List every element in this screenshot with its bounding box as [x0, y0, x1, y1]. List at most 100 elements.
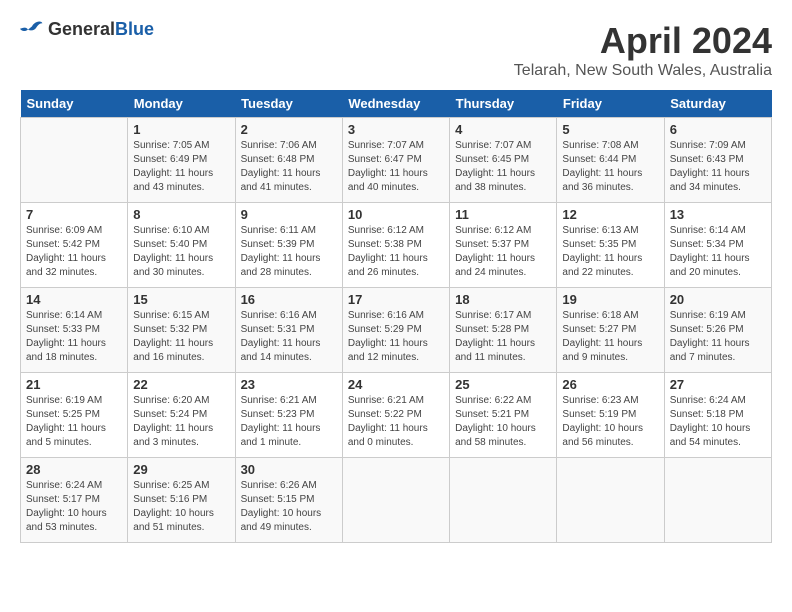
day-info: Sunrise: 6:11 AM Sunset: 5:39 PM Dayligh…: [241, 224, 337, 280]
calendar-week-row: 21 Sunrise: 6:19 AM Sunset: 5:25 PM Dayli…: [21, 373, 772, 458]
day-info: Sunrise: 6:16 AM Sunset: 5:31 PM Dayligh…: [241, 309, 337, 365]
calendar-cell: 22 Sunrise: 6:20 AM Sunset: 5:24 PM Dayli…: [128, 373, 235, 458]
day-number: 8: [133, 207, 229, 222]
day-number: 4: [455, 122, 551, 137]
day-info: Sunrise: 6:19 AM Sunset: 5:25 PM Dayligh…: [26, 394, 122, 450]
day-number: 13: [670, 207, 766, 222]
day-info: Sunrise: 6:14 AM Sunset: 5:33 PM Dayligh…: [26, 309, 122, 365]
day-info: Sunrise: 6:13 AM Sunset: 5:35 PM Dayligh…: [562, 224, 658, 280]
day-info: Sunrise: 7:09 AM Sunset: 6:43 PM Dayligh…: [670, 139, 766, 195]
day-number: 29: [133, 462, 229, 477]
day-number: 18: [455, 292, 551, 307]
weekday-header-tuesday: Tuesday: [235, 90, 342, 118]
day-info: Sunrise: 6:09 AM Sunset: 5:42 PM Dayligh…: [26, 224, 122, 280]
day-number: 27: [670, 377, 766, 392]
calendar-cell: 12 Sunrise: 6:13 AM Sunset: 5:35 PM Dayli…: [557, 203, 664, 288]
calendar-cell: 3Sunrise: 7:07 AM Sunset: 6:47 PM Daylig…: [342, 118, 449, 203]
day-info: Sunrise: 7:05 AM Sunset: 6:49 PM Dayligh…: [133, 139, 229, 195]
day-info: Sunrise: 6:19 AM Sunset: 5:26 PM Dayligh…: [670, 309, 766, 365]
day-number: 26: [562, 377, 658, 392]
logo-text: GeneralBlue: [48, 20, 154, 40]
month-year-title: April 2024: [514, 20, 772, 62]
day-number: 12: [562, 207, 658, 222]
day-number: 20: [670, 292, 766, 307]
day-info: Sunrise: 7:06 AM Sunset: 6:48 PM Dayligh…: [241, 139, 337, 195]
weekday-header-friday: Friday: [557, 90, 664, 118]
day-info: Sunrise: 6:22 AM Sunset: 5:21 PM Dayligh…: [455, 394, 551, 450]
day-number: 15: [133, 292, 229, 307]
day-number: 21: [26, 377, 122, 392]
day-number: 7: [26, 207, 122, 222]
calendar-cell: 21 Sunrise: 6:19 AM Sunset: 5:25 PM Dayli…: [21, 373, 128, 458]
day-number: 30: [241, 462, 337, 477]
day-number: 25: [455, 377, 551, 392]
calendar-cell: [664, 458, 771, 543]
day-number: 9: [241, 207, 337, 222]
calendar-cell: 16 Sunrise: 6:16 AM Sunset: 5:31 PM Dayli…: [235, 288, 342, 373]
calendar-cell: 29Sunrise: 6:25 AM Sunset: 5:16 PM Dayli…: [128, 458, 235, 543]
day-info: Sunrise: 6:23 AM Sunset: 5:19 PM Dayligh…: [562, 394, 658, 450]
day-info: Sunrise: 6:21 AM Sunset: 5:23 PM Dayligh…: [241, 394, 337, 450]
day-number: 17: [348, 292, 444, 307]
day-info: Sunrise: 6:17 AM Sunset: 5:28 PM Dayligh…: [455, 309, 551, 365]
calendar-cell: 1 Sunrise: 7:05 AM Sunset: 6:49 PM Daylig…: [128, 118, 235, 203]
logo: GeneralBlue: [20, 20, 154, 40]
page-header: GeneralBlue April 2024 Telarah, New Sout…: [20, 20, 772, 80]
calendar-cell: 20 Sunrise: 6:19 AM Sunset: 5:26 PM Dayli…: [664, 288, 771, 373]
day-info: Sunrise: 6:24 AM Sunset: 5:17 PM Dayligh…: [26, 479, 122, 535]
calendar-week-row: 28Sunrise: 6:24 AM Sunset: 5:17 PM Dayli…: [21, 458, 772, 543]
calendar-cell: 19 Sunrise: 6:18 AM Sunset: 5:27 PM Dayli…: [557, 288, 664, 373]
calendar-cell: [342, 458, 449, 543]
calendar-cell: 25 Sunrise: 6:22 AM Sunset: 5:21 PM Dayli…: [450, 373, 557, 458]
calendar-cell: 17 Sunrise: 6:16 AM Sunset: 5:29 PM Dayli…: [342, 288, 449, 373]
day-info: Sunrise: 6:20 AM Sunset: 5:24 PM Dayligh…: [133, 394, 229, 450]
day-info: Sunrise: 7:08 AM Sunset: 6:44 PM Dayligh…: [562, 139, 658, 195]
calendar-week-row: 7 Sunrise: 6:09 AM Sunset: 5:42 PM Daylig…: [21, 203, 772, 288]
weekday-header-saturday: Saturday: [664, 90, 771, 118]
day-number: 1: [133, 122, 229, 137]
day-number: 19: [562, 292, 658, 307]
calendar-cell: [557, 458, 664, 543]
logo-bird-icon: [20, 20, 44, 40]
weekday-header-sunday: Sunday: [21, 90, 128, 118]
day-info: Sunrise: 7:07 AM Sunset: 6:47 PM Dayligh…: [348, 139, 444, 195]
day-number: 2: [241, 122, 337, 137]
calendar-cell: 9 Sunrise: 6:11 AM Sunset: 5:39 PM Daylig…: [235, 203, 342, 288]
day-info: Sunrise: 6:12 AM Sunset: 5:38 PM Dayligh…: [348, 224, 444, 280]
calendar-cell: 30 Sunrise: 6:26 AM Sunset: 5:15 PM Dayli…: [235, 458, 342, 543]
calendar-cell: 27Sunrise: 6:24 AM Sunset: 5:18 PM Dayli…: [664, 373, 771, 458]
weekday-header-thursday: Thursday: [450, 90, 557, 118]
calendar-cell: 18 Sunrise: 6:17 AM Sunset: 5:28 PM Dayli…: [450, 288, 557, 373]
day-number: 22: [133, 377, 229, 392]
day-info: Sunrise: 6:21 AM Sunset: 5:22 PM Dayligh…: [348, 394, 444, 450]
calendar-week-row: 14 Sunrise: 6:14 AM Sunset: 5:33 PM Dayli…: [21, 288, 772, 373]
day-number: 6: [670, 122, 766, 137]
day-info: Sunrise: 6:15 AM Sunset: 5:32 PM Dayligh…: [133, 309, 229, 365]
calendar-cell: 8 Sunrise: 6:10 AM Sunset: 5:40 PM Daylig…: [128, 203, 235, 288]
weekday-header-wednesday: Wednesday: [342, 90, 449, 118]
calendar-cell: [450, 458, 557, 543]
calendar-cell: 24 Sunrise: 6:21 AM Sunset: 5:22 PM Dayli…: [342, 373, 449, 458]
day-number: 16: [241, 292, 337, 307]
calendar-cell: 5Sunrise: 7:08 AM Sunset: 6:44 PM Daylig…: [557, 118, 664, 203]
day-info: Sunrise: 6:26 AM Sunset: 5:15 PM Dayligh…: [241, 479, 337, 535]
day-number: 23: [241, 377, 337, 392]
calendar-cell: 11 Sunrise: 6:12 AM Sunset: 5:37 PM Dayli…: [450, 203, 557, 288]
calendar-cell: 10 Sunrise: 6:12 AM Sunset: 5:38 PM Dayli…: [342, 203, 449, 288]
calendar-cell: 14 Sunrise: 6:14 AM Sunset: 5:33 PM Dayli…: [21, 288, 128, 373]
calendar-cell: 6 Sunrise: 7:09 AM Sunset: 6:43 PM Daylig…: [664, 118, 771, 203]
calendar-table: SundayMondayTuesdayWednesdayThursdayFrid…: [20, 90, 772, 543]
location-subtitle: Telarah, New South Wales, Australia: [514, 62, 772, 80]
day-number: 14: [26, 292, 122, 307]
day-number: 24: [348, 377, 444, 392]
day-info: Sunrise: 6:16 AM Sunset: 5:29 PM Dayligh…: [348, 309, 444, 365]
calendar-cell: 23 Sunrise: 6:21 AM Sunset: 5:23 PM Dayli…: [235, 373, 342, 458]
calendar-cell: 7 Sunrise: 6:09 AM Sunset: 5:42 PM Daylig…: [21, 203, 128, 288]
day-info: Sunrise: 6:10 AM Sunset: 5:40 PM Dayligh…: [133, 224, 229, 280]
day-number: 11: [455, 207, 551, 222]
day-number: 10: [348, 207, 444, 222]
weekday-header-row: SundayMondayTuesdayWednesdayThursdayFrid…: [21, 90, 772, 118]
day-info: Sunrise: 6:12 AM Sunset: 5:37 PM Dayligh…: [455, 224, 551, 280]
calendar-cell: 28Sunrise: 6:24 AM Sunset: 5:17 PM Dayli…: [21, 458, 128, 543]
day-info: Sunrise: 6:18 AM Sunset: 5:27 PM Dayligh…: [562, 309, 658, 365]
